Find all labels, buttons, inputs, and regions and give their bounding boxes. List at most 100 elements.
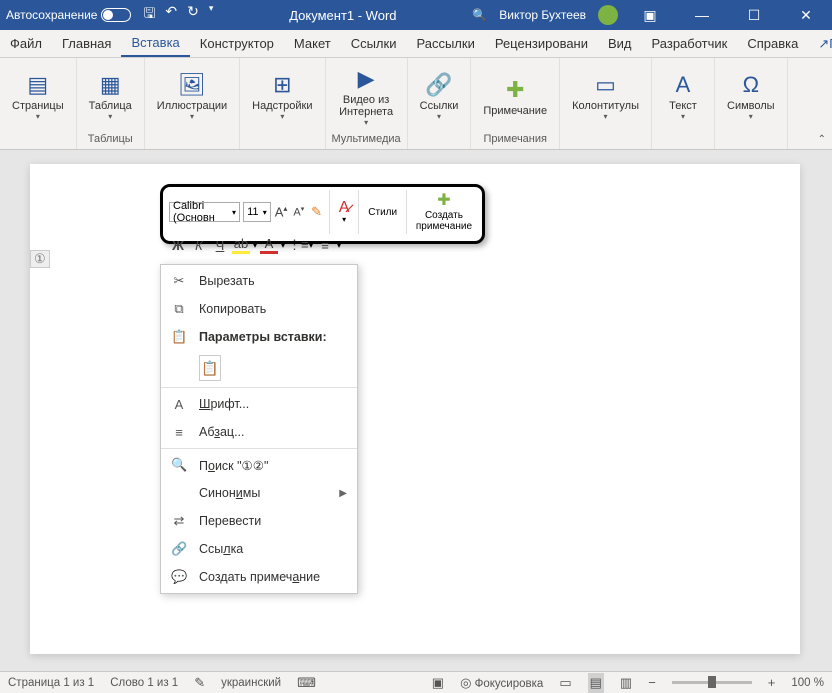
font-value: Calibri (Основн xyxy=(173,200,232,224)
save-icon[interactable]: 🖫 xyxy=(143,3,155,27)
collapse-ribbon-icon[interactable]: ⌃ xyxy=(818,134,826,145)
addins-button[interactable]: ⊞Надстройки▾ xyxy=(246,68,318,125)
links-label: Ссылки xyxy=(420,100,459,112)
underline-button[interactable]: Ч xyxy=(211,238,229,253)
ctx-font[interactable]: AШрифт... xyxy=(161,390,357,418)
tables-group-label: Таблицы xyxy=(88,133,133,147)
video-icon: ▶ xyxy=(358,66,375,92)
illustrations-button[interactable]: 🖼Иллюстрации▾ xyxy=(151,68,233,125)
zoom-slider[interactable] xyxy=(672,681,752,684)
page-indicator[interactable]: Страница 1 из 1 xyxy=(8,677,94,689)
italic-button[interactable]: К xyxy=(190,238,208,253)
highlight-dropdown-icon[interactable]: ▾ xyxy=(253,241,257,250)
ctx-new-comment[interactable]: 💬Создать примечание xyxy=(161,563,357,591)
tab-view[interactable]: Вид xyxy=(598,30,642,57)
ctx-copy-label: Копировать xyxy=(199,302,266,316)
symbols-button[interactable]: ΩСимволы▾ xyxy=(721,68,781,125)
close-icon[interactable]: ✕ xyxy=(786,7,826,24)
headerfooter-button[interactable]: ▭Колонтитулы▾ xyxy=(566,68,645,125)
numbering-icon[interactable]: ≡ xyxy=(316,238,334,253)
share-button[interactable]: ↗ Поделиться xyxy=(808,30,832,57)
ctx-paste-options: 📋Параметры вставки: xyxy=(161,323,357,351)
ribbon-tabs: Файл Главная Вставка Конструктор Макет С… xyxy=(0,30,832,58)
accessibility-icon[interactable]: ⌨ xyxy=(297,675,316,691)
ctx-translate[interactable]: ⇄Перевести xyxy=(161,507,357,535)
links-button[interactable]: 🔗Ссылки▾ xyxy=(414,68,465,125)
ctx-synonyms[interactable]: Синонимы▶ xyxy=(161,479,357,507)
bold-button[interactable]: Ж xyxy=(169,238,187,253)
clear-format-button[interactable]: A̷▾ xyxy=(335,199,354,225)
pages-button[interactable]: ▤Страницы▾ xyxy=(6,68,70,125)
zoom-in-button[interactable]: + xyxy=(768,675,776,690)
tab-design[interactable]: Конструктор xyxy=(190,30,284,57)
focus-mode-button[interactable]: ◎ Фокусировка xyxy=(460,675,543,691)
search-icon[interactable]: 🔍 xyxy=(472,8,487,22)
read-mode-icon[interactable]: ▭ xyxy=(559,675,571,691)
user-avatar-icon[interactable] xyxy=(598,5,618,25)
tab-home[interactable]: Главная xyxy=(52,30,121,57)
cut-icon: ✂ xyxy=(171,273,187,289)
text-button[interactable]: AТекст▾ xyxy=(658,68,708,125)
zoom-level[interactable]: 100 % xyxy=(791,677,824,689)
maximize-icon[interactable]: ☐ xyxy=(734,7,774,24)
print-layout-icon[interactable]: ▤ xyxy=(588,673,604,693)
textbox-icon: A xyxy=(676,72,691,98)
bullets-dropdown-icon[interactable]: ▾ xyxy=(309,241,313,250)
tab-mailings[interactable]: Рассылки xyxy=(406,30,484,57)
undo-icon[interactable]: ↶ xyxy=(165,3,177,27)
autosave-toggle-icon[interactable] xyxy=(101,8,131,22)
tab-insert[interactable]: Вставка xyxy=(121,30,189,57)
bullets-icon[interactable]: ⋮≡ xyxy=(288,237,306,253)
table-icon: ▦ xyxy=(100,72,121,98)
numbering-dropdown-icon[interactable]: ▾ xyxy=(337,241,341,250)
language-indicator[interactable]: украинский xyxy=(221,677,281,689)
format-painter-icon[interactable]: ✎ xyxy=(309,204,324,220)
font-size-combo[interactable]: 11▾ xyxy=(243,202,271,222)
minimize-icon[interactable]: — xyxy=(682,7,722,23)
font-combo[interactable]: Calibri (Основн▾ xyxy=(169,202,240,222)
table-button[interactable]: ▦Таблица▾ xyxy=(83,68,138,125)
font-color-dropdown-icon[interactable]: ▾ xyxy=(281,241,285,250)
ribbon-display-icon[interactable]: ▣ xyxy=(630,7,670,24)
ctx-paragraph[interactable]: ≡Абзац... xyxy=(161,418,357,446)
redo-icon[interactable]: ↻ xyxy=(187,3,199,27)
grow-font-icon[interactable]: A▴ xyxy=(274,204,289,219)
tab-file[interactable]: Файл xyxy=(0,30,52,57)
tab-help[interactable]: Справка xyxy=(737,30,808,57)
font-dialog-icon: A xyxy=(171,397,187,412)
ctx-paste-sub: 📋 xyxy=(161,351,357,385)
word-count[interactable]: Слово 1 из 1 xyxy=(110,677,178,689)
highlight-button[interactable]: ab xyxy=(232,236,250,254)
paragraph-icon: ≡ xyxy=(171,425,187,440)
paste-default-icon[interactable]: 📋 xyxy=(199,355,221,381)
ctx-search[interactable]: 🔍Поиск "①②" xyxy=(161,451,357,479)
shrink-font-icon[interactable]: A▾ xyxy=(291,205,306,219)
ctx-link[interactable]: 🔗Ссылка xyxy=(161,535,357,563)
ctx-copy[interactable]: ⧉Копировать xyxy=(161,295,357,323)
display-settings-icon[interactable]: ▣ xyxy=(432,675,444,691)
video-label: Видео из Интернета xyxy=(338,94,394,118)
mini-toolbar: Calibri (Основн▾ 11▾ A▴ A▾ ✎ A̷▾ Стили ✚… xyxy=(160,184,485,244)
online-video-button[interactable]: ▶Видео из Интернета▾ xyxy=(332,62,400,131)
tab-layout[interactable]: Макет xyxy=(284,30,341,57)
ctx-comment-label: Создать примечание xyxy=(199,570,320,584)
new-comment-button[interactable]: ✚Создатьпримечание xyxy=(412,192,476,232)
zoom-out-button[interactable]: − xyxy=(648,675,656,690)
comments-group-label: Примечания xyxy=(483,133,547,147)
tab-developer[interactable]: Разработчик xyxy=(642,30,738,57)
autosave-control[interactable]: Автосохранение xyxy=(6,8,131,22)
web-layout-icon[interactable]: ▥ xyxy=(620,675,632,691)
ctx-cut[interactable]: ✂Вырезать xyxy=(161,267,357,295)
font-color-button[interactable]: А xyxy=(260,236,278,254)
tab-review[interactable]: Рецензировани xyxy=(485,30,598,57)
comment-button[interactable]: ✚Примечание xyxy=(477,73,553,121)
comment-l2: примечание xyxy=(416,221,472,232)
tab-references[interactable]: Ссылки xyxy=(341,30,407,57)
addins-icon: ⊞ xyxy=(273,72,291,98)
styles-button[interactable]: Стили xyxy=(364,207,401,218)
user-name[interactable]: Виктор Бухтеев xyxy=(499,8,586,22)
focus-label: Фокусировка xyxy=(475,678,544,690)
document-page[interactable]: ① Calibri (Основн▾ 11▾ A▴ A▾ ✎ A̷▾ Стили… xyxy=(30,164,800,654)
spellcheck-icon[interactable]: ✎ xyxy=(194,675,205,691)
pictures-icon: 🖼 xyxy=(178,72,206,98)
